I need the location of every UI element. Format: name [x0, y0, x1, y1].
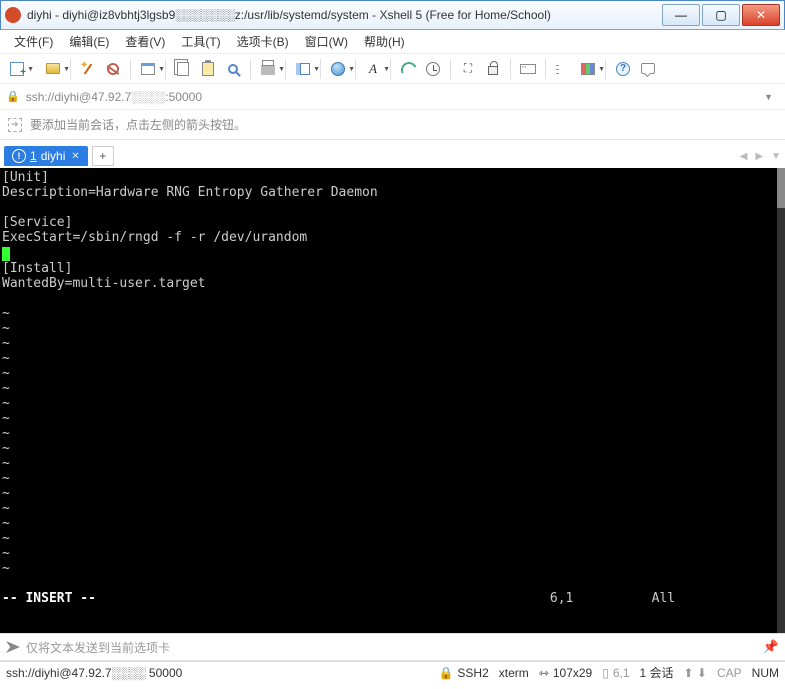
tab-number: 1 [30, 149, 37, 163]
menu-edit[interactable]: 编辑(E) [61, 31, 117, 52]
cursor-icon: ▯ [602, 666, 609, 680]
status-term: xterm [499, 666, 529, 680]
maximize-button[interactable]: ▢ [702, 4, 740, 26]
status-cap: CAP [717, 666, 742, 680]
copy-icon [177, 62, 189, 76]
add-session-icon[interactable] [8, 118, 22, 132]
tab-row: ! 1 diyhi ✕ + ◀ ▶ ▼ [0, 140, 785, 168]
menu-bar: 文件(F) 编辑(E) 查看(V) 工具(T) 选项卡(B) 窗口(W) 帮助(… [0, 30, 785, 54]
size-icon: ⇿ [539, 666, 549, 680]
minimize-button[interactable]: — [662, 4, 700, 26]
history-button[interactable] [422, 58, 444, 80]
layout-button[interactable]: ▼ [292, 58, 314, 80]
help-icon: ? [616, 62, 630, 76]
paste-button[interactable] [197, 58, 219, 80]
lock-small-icon: 🔒 [6, 90, 20, 103]
tab-next-icon[interactable]: ▶ [751, 151, 767, 162]
columns-icon [581, 63, 595, 75]
pane-icon [296, 63, 310, 75]
address-input[interactable]: ssh://diyhi@47.92.7░░░░:50000 [26, 90, 752, 104]
address-dropdown-icon[interactable]: ▼ [758, 92, 779, 102]
menu-tools[interactable]: 工具(T) [173, 31, 228, 52]
disconnect-icon [107, 63, 119, 75]
properties-icon [141, 63, 155, 75]
app-icon [5, 7, 21, 23]
color-scheme-button[interactable] [397, 58, 419, 80]
help-button[interactable]: ? [612, 58, 634, 80]
hint-text: 要添加当前会话，点击左侧的箭头按钮。 [30, 116, 246, 133]
view-list-button[interactable] [552, 58, 574, 80]
refresh-icon [401, 62, 415, 76]
status-connection: ssh://diyhi@47.92.7░░░░ 50000 [6, 666, 182, 680]
terminal[interactable]: [Unit] Description=Hardware RNG Entropy … [0, 168, 785, 633]
hint-bar: 要添加当前会话，点击左侧的箭头按钮。 [0, 110, 785, 140]
tab-list-icon[interactable]: ▼ [767, 151, 785, 162]
terminal-scrollbar[interactable] [777, 168, 785, 633]
fullscreen-button[interactable]: ⛶ [457, 58, 479, 80]
print-icon [261, 65, 275, 75]
open-button[interactable]: ▼ [42, 58, 64, 80]
font-button[interactable]: A▼ [362, 58, 384, 80]
toolbar: ▼ ▼ ▼ ▼ ▼ ▼ A▼ ⛶ ▼ ? [0, 54, 785, 84]
status-size: ⇿107x29 [539, 666, 592, 680]
menu-help[interactable]: 帮助(H) [356, 31, 413, 52]
encoding-button[interactable]: ▼ [327, 58, 349, 80]
color-button[interactable]: ▼ [577, 58, 599, 80]
menu-file[interactable]: 文件(F) [6, 31, 61, 52]
status-num: NUM [752, 666, 779, 680]
lock-button[interactable] [482, 58, 504, 80]
menu-tab[interactable]: 选项卡(B) [229, 31, 297, 52]
chat-icon [641, 63, 655, 74]
tab-close-icon[interactable]: ✕ [71, 151, 79, 162]
properties-button[interactable]: ▼ [137, 58, 159, 80]
lock-icon [488, 66, 498, 75]
expand-icon: ⛶ [464, 61, 472, 76]
status-sessions: 1 会话 [640, 664, 674, 681]
tab-prev-icon[interactable]: ◀ [736, 151, 752, 162]
menu-view[interactable]: 查看(V) [117, 31, 173, 52]
keyboard-button[interactable] [517, 58, 539, 80]
tab-label: diyhi [41, 149, 66, 163]
folder-icon [46, 63, 60, 74]
compose-input[interactable]: 仅将文本发送到当前选项卡 [26, 639, 757, 656]
keyboard-icon [520, 64, 536, 74]
find-button[interactable] [222, 58, 244, 80]
paste-icon [202, 62, 214, 76]
font-icon: A [369, 61, 377, 77]
title-bar: diyhi - diyhi@iz8vbhtj3lgsb9░░░░░░░z:/us… [0, 0, 785, 30]
close-button[interactable]: ✕ [742, 4, 780, 26]
info-badge-icon: ! [12, 149, 26, 163]
send-icon[interactable] [6, 641, 20, 653]
disconnect-button[interactable] [102, 58, 124, 80]
feedback-button[interactable] [637, 58, 659, 80]
new-icon [10, 62, 24, 76]
menu-window[interactable]: 窗口(W) [297, 31, 356, 52]
search-icon [228, 64, 238, 74]
status-updown: ⬆ ⬇ [684, 666, 707, 680]
session-tab-diyhi[interactable]: ! 1 diyhi ✕ [4, 146, 88, 166]
new-session-button[interactable]: ▼ [6, 58, 28, 80]
address-bar: 🔒 ssh://diyhi@47.92.7░░░░:50000 ▼ [0, 84, 785, 110]
print-button[interactable]: ▼ [257, 58, 279, 80]
status-cursor: ▯6,1 [602, 666, 629, 680]
new-tab-button[interactable]: + [92, 146, 114, 166]
compose-bar: 仅将文本发送到当前选项卡 📌 [0, 633, 785, 661]
wand-icon [81, 62, 95, 76]
globe-icon [331, 62, 345, 76]
clock-icon [426, 62, 440, 76]
status-bar: ssh://diyhi@47.92.7░░░░ 50000 🔒SSH2 xter… [0, 661, 785, 683]
lock-status-icon: 🔒 [438, 666, 453, 680]
reconnect-button[interactable] [77, 58, 99, 80]
status-proto: 🔒SSH2 [438, 666, 488, 680]
copy-button[interactable] [172, 58, 194, 80]
list-icon [556, 63, 570, 75]
pin-icon[interactable]: 📌 [763, 639, 779, 655]
window-title: diyhi - diyhi@iz8vbhtj3lgsb9░░░░░░░z:/us… [27, 8, 660, 22]
